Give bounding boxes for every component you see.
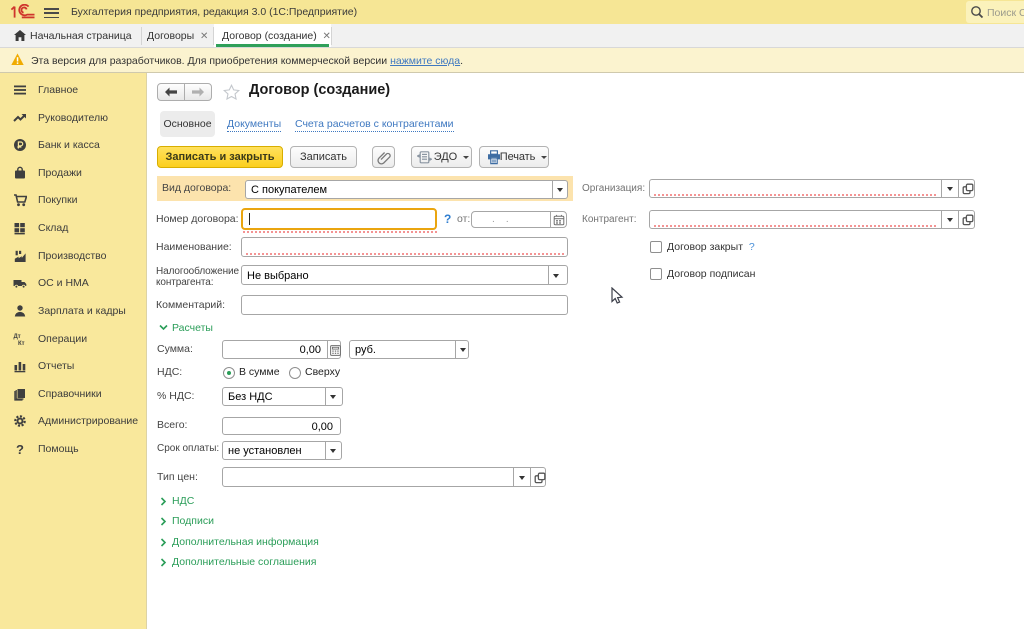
svg-text:Кт: Кт <box>18 341 25 346</box>
svg-text:Дт: Дт <box>14 334 21 340</box>
svg-text:?: ? <box>16 442 24 456</box>
